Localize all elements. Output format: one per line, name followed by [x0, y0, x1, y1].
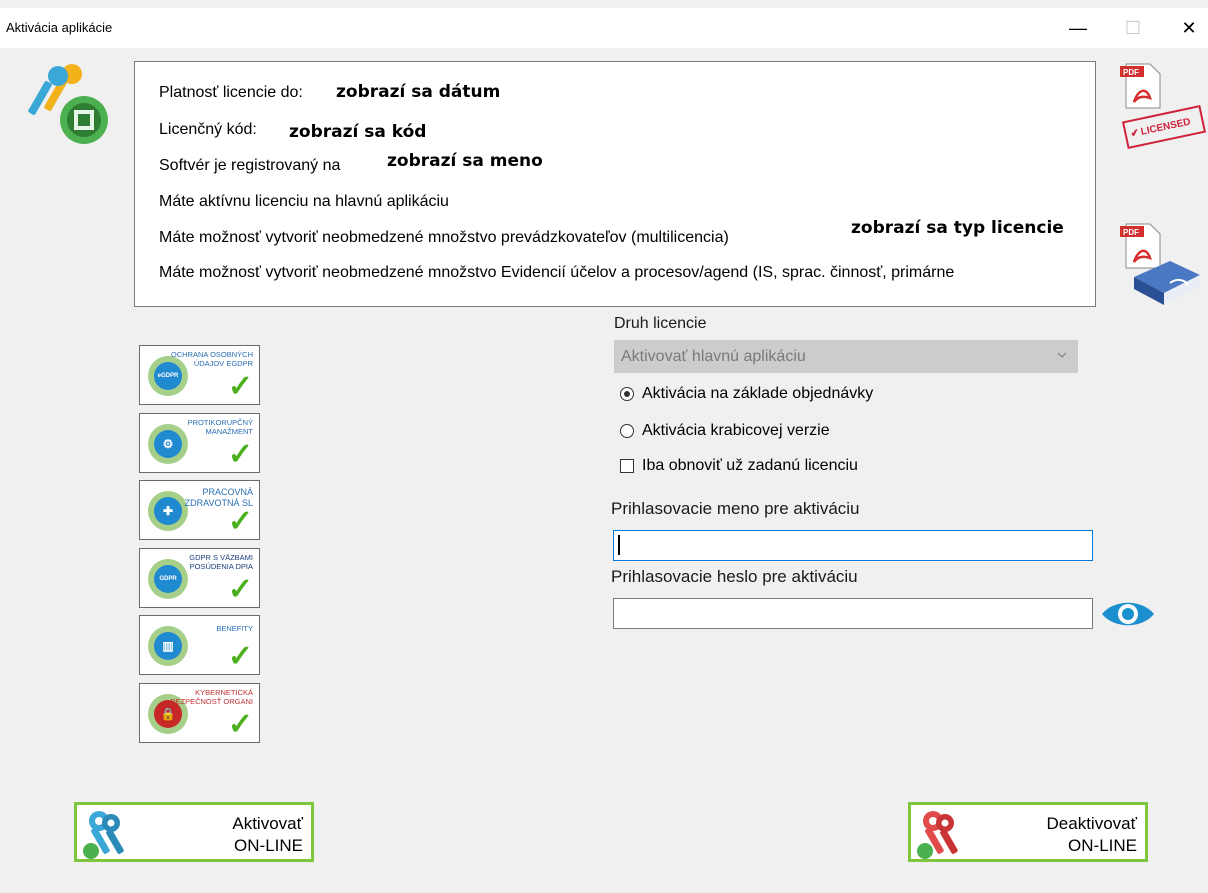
license-type-label: Druh licencie — [614, 315, 707, 332]
deactivate-label-line2: ON-LINE — [1068, 836, 1137, 855]
module-anticorruption: ⚙ PROTIKORUPČNÝ MANAŽMENT ✓ — [139, 412, 260, 473]
registered-name-value: zobrazí sa meno — [387, 151, 543, 171]
maximize-button[interactable]: ☐ — [1110, 8, 1156, 48]
radio-activation-order-label: Aktivácia na základe objednávky — [642, 385, 874, 402]
checkbox[interactable] — [620, 459, 634, 473]
multilicense-text: Máte možnosť vytvoriť neobmedzené množst… — [159, 229, 729, 246]
benefits-chart-icon: ▥ — [154, 632, 182, 660]
checkbox-refresh-license[interactable]: Iba obnoviť už zadanú licenciu — [620, 457, 858, 475]
show-password-eye-icon[interactable] — [1100, 598, 1156, 630]
radio-button[interactable] — [620, 424, 634, 438]
module-caption: GDPR S VÄZBAMI POSÚDENIA DPIA — [189, 552, 253, 571]
license-type-select[interactable]: Aktivovať hlavnú aplikáciu — [614, 340, 1078, 373]
module-caption: KYBERNETICKÁ BEZPEČNOSŤ ORGANI — [170, 687, 253, 706]
active-license-text: Máte aktívnu licenciu na hlavnú aplikáci… — [159, 193, 449, 210]
activate-online-button[interactable]: Aktivovať ON-LINE — [74, 802, 314, 862]
license-valid-until-label: Platnosť licencie do: — [159, 84, 303, 101]
module-cybersecurity: 🔒 KYBERNETICKÁ BEZPEČNOSŤ ORGANI ✓ — [139, 682, 260, 743]
module-caption: BENEFITY — [216, 624, 253, 633]
checkmark-icon: ✓ — [227, 707, 253, 741]
registered-to-label: Softvér je registrovaný na — [159, 157, 341, 174]
module-gdpr-dpia: GDPR GDPR S VÄZBAMI POSÚDENIA DPIA ✓ — [139, 547, 260, 608]
pdf-label-2: PDF — [1123, 228, 1139, 237]
licensed-stamp: ✔ LICENSED — [1121, 104, 1207, 150]
module-benefits: ▥ BENEFITY ✓ — [139, 615, 260, 675]
chevron-down-icon — [1057, 352, 1067, 358]
text-caret — [618, 535, 620, 555]
activate-label-line1: Aktivovať — [232, 814, 303, 833]
license-type-select-value: Aktivovať hlavnú aplikáciu — [621, 348, 806, 365]
records-license-text: Máte možnosť vytvoriť neobmedzené množst… — [159, 264, 955, 281]
license-code-label: Licenčný kód: — [159, 121, 257, 138]
username-input[interactable] — [613, 530, 1093, 561]
checkmark-icon: ✓ — [227, 572, 253, 606]
password-label: Prihlasovacie heslo pre aktiváciu — [611, 567, 858, 586]
activate-label-line2: ON-LINE — [234, 836, 303, 855]
username-label: Prihlasovacie meno pre aktiváciu — [611, 499, 860, 518]
radio-activation-box[interactable]: Aktivácia krabicovej verzie — [620, 422, 830, 440]
close-button[interactable]: ✕ — [1166, 8, 1208, 48]
module-occupational-health: ✚ PRACOVNÁ ZDRAVOTNÁ SL ✓ — [139, 480, 260, 540]
module-caption: OCHRANA OSOBNÝCH ÚDAJOV eGDPR — [170, 350, 253, 368]
title-bar: Aktivácia aplikácie — ☐ ✕ — [0, 8, 1208, 48]
checkmark-icon: ✓ — [227, 437, 253, 471]
password-input[interactable] — [613, 598, 1093, 629]
radio-activation-box-label: Aktivácia krabicovej verzie — [642, 422, 830, 439]
checkbox-refresh-license-label: Iba obnoviť už zadanú licenciu — [642, 457, 858, 474]
minimize-button[interactable]: — — [1055, 8, 1101, 48]
radio-button-selected[interactable] — [620, 387, 634, 401]
deactivate-label-line1: Deaktivovať — [1046, 814, 1137, 833]
pdf-label: PDF — [1123, 68, 1139, 77]
module-egdpr: eGDPR OCHRANA OSOBNÝCH ÚDAJOV eGDPR ✓ — [139, 345, 260, 405]
check-icon: ✔ — [1129, 126, 1141, 140]
keys-globe-red-icon — [917, 811, 958, 859]
keys-globe-icon — [83, 811, 124, 859]
checkmark-icon: ✓ — [227, 370, 253, 403]
module-caption: PROTIKORUPČNÝ MANAŽMENT — [187, 417, 253, 436]
keys-logo-icon — [28, 64, 108, 144]
window-title: Aktivácia aplikácie — [6, 20, 113, 35]
radio-activation-order[interactable]: Aktivácia na základe objednávky — [620, 385, 873, 403]
pdf-manual-icon[interactable]: PDF — [1120, 62, 1166, 110]
license-type-value: zobrazí sa typ licencie — [851, 218, 1064, 238]
checkmark-icon: ✓ — [227, 505, 253, 538]
license-date-value: zobrazí sa dátum — [336, 82, 501, 102]
license-code-value: zobrazí sa kód — [289, 122, 427, 142]
licensed-stamp-text: LICENSED — [1139, 116, 1192, 138]
checkmark-icon: ✓ — [227, 640, 253, 673]
module-list: eGDPR OCHRANA OSOBNÝCH ÚDAJOV eGDPR ✓ ⚙ … — [139, 345, 260, 750]
deactivate-online-button[interactable]: Deaktivovať ON-LINE — [908, 802, 1148, 862]
license-info-panel: Platnosť licencie do: zobrazí sa dátum L… — [134, 61, 1096, 307]
book-icon — [1134, 261, 1200, 305]
